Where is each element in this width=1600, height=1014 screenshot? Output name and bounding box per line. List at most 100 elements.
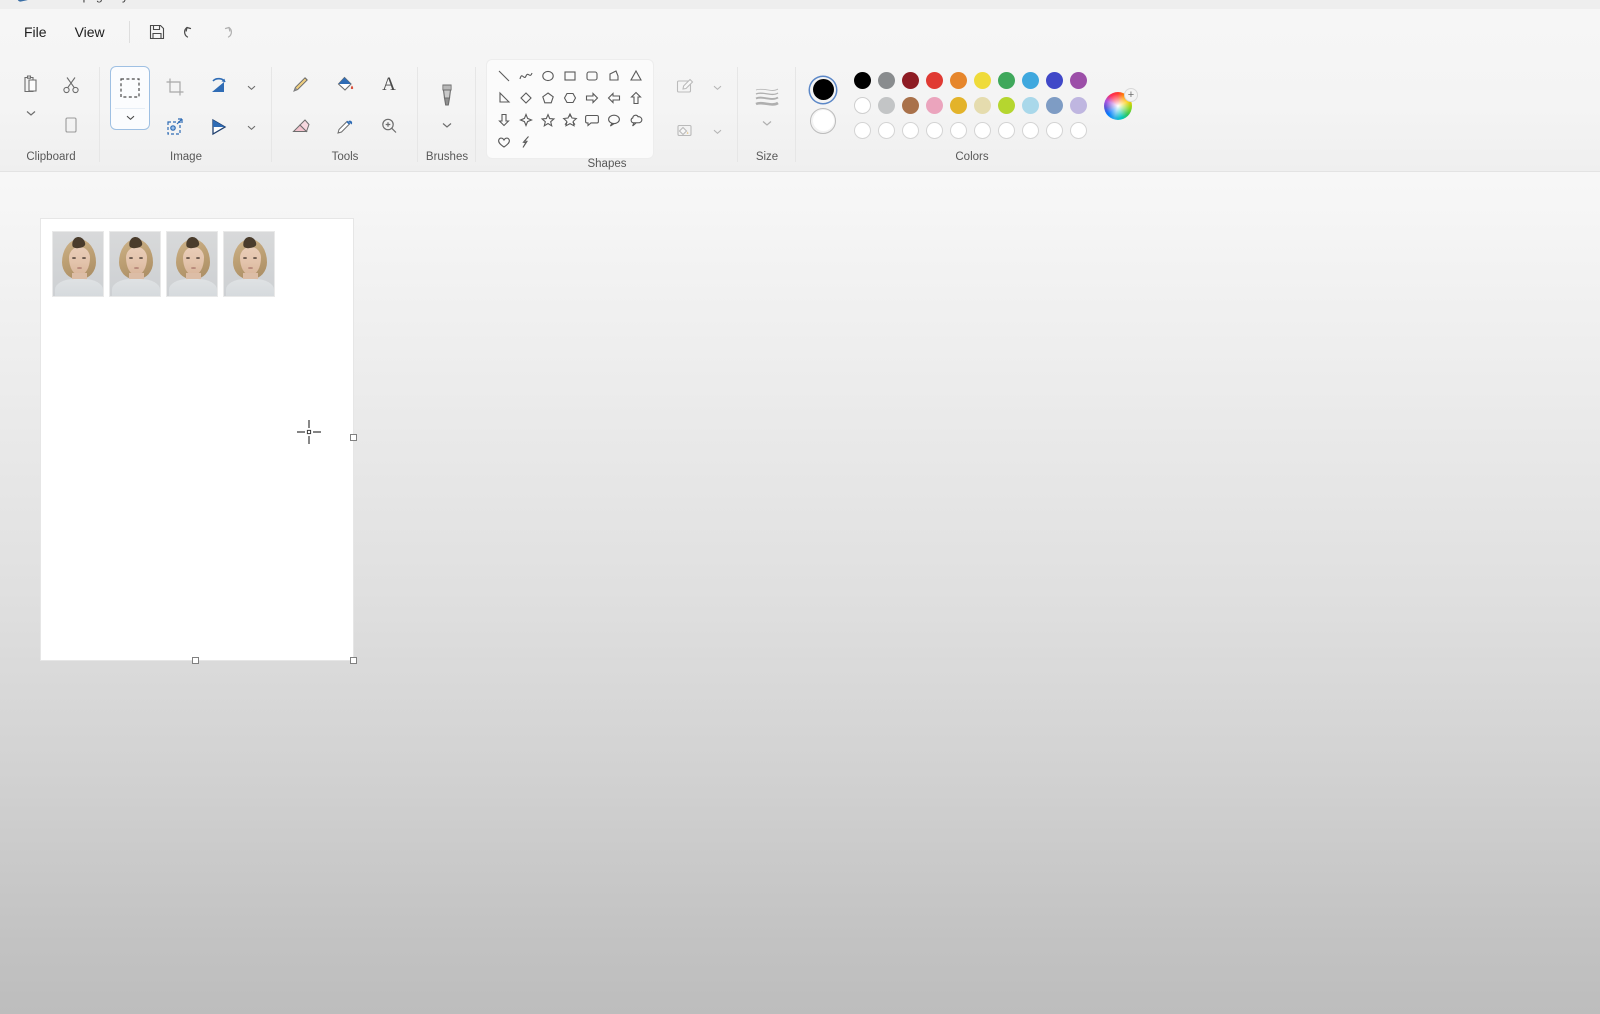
rotate-flip-button[interactable] [200,108,238,146]
qat-save-button[interactable] [140,17,174,47]
shape-outline-dropdown-chevron[interactable] [706,76,728,98]
select-dropdown-chevron[interactable] [111,109,149,125]
shape-arrow-down-icon[interactable] [493,109,515,131]
paste-button[interactable] [12,66,50,104]
color-swatch-r3-c3[interactable] [901,121,919,139]
text-tool-button[interactable]: A [370,65,408,103]
qat-undo-button[interactable] [174,17,208,47]
size-split-button[interactable] [748,78,786,132]
color-swatch-r1-c5[interactable] [949,71,967,89]
shape-outline-button[interactable] [666,68,704,106]
shape-polygon-icon[interactable] [603,65,625,87]
group-image: Image [100,55,272,172]
color-swatch-r3-c4[interactable] [925,121,943,139]
canvas-handle-right-middle[interactable] [350,434,357,441]
select-rectangle-icon[interactable] [111,71,149,105]
color-swatch-r3-c7[interactable] [997,121,1015,139]
shapes-gallery[interactable] [486,59,654,159]
copy-button[interactable] [52,106,90,144]
color-swatch-r1-c10[interactable] [1069,71,1087,89]
shape-callout-cloud-icon[interactable] [625,109,647,131]
color-swatch-r1-c2[interactable] [877,71,895,89]
shape-fill-button[interactable] [666,112,704,150]
shape-triangle-icon[interactable] [625,65,647,87]
color-swatch-r2-c5[interactable] [949,96,967,114]
shape-arrow-left-icon[interactable] [603,87,625,109]
resize-dropdown-chevron[interactable] [240,76,262,98]
shape-star-four-icon[interactable] [515,109,537,131]
shape-arrow-up-icon[interactable] [625,87,647,109]
secondary-color-swatch[interactable] [810,107,836,134]
color-swatch-r1-c3[interactable] [901,71,919,89]
shape-callout-oval-icon[interactable] [603,109,625,131]
color-swatch-r3-c5[interactable] [949,121,967,139]
shape-lightning-icon[interactable] [515,131,537,153]
brushes-dropdown-chevron[interactable] [428,116,466,134]
brush-icon[interactable] [428,76,466,116]
color-swatch-r3-c8[interactable] [1021,121,1039,139]
color-swatch-r3-c1[interactable] [853,121,871,139]
primary-color-swatch[interactable] [810,77,836,103]
color-swatch-r2-c1[interactable] [853,96,871,114]
crop-button[interactable] [156,68,194,106]
color-swatch-r3-c6[interactable] [973,121,991,139]
shape-diamond-icon[interactable] [515,87,537,109]
size-lines-icon[interactable] [748,78,786,114]
size-dropdown-chevron[interactable] [748,114,786,132]
shape-callout-rect-icon[interactable] [581,109,603,131]
edit-colors-button[interactable]: + [1104,88,1138,122]
shape-star-five-icon[interactable] [537,109,559,131]
paste-split-button[interactable] [12,66,50,122]
resize-button[interactable] [200,68,238,106]
shape-right-triangle-icon[interactable] [493,87,515,109]
shape-rounded-rectangle-icon[interactable] [581,65,603,87]
color-swatch-r1-c7[interactable] [997,71,1015,89]
shape-hexagon-icon[interactable] [559,87,581,109]
canvas-handle-bottom-right[interactable] [350,657,357,664]
shape-heart-icon[interactable] [493,131,515,153]
eraser-tool-button[interactable] [282,107,320,145]
shape-rectangle-icon[interactable] [559,65,581,87]
shape-curve-icon[interactable] [515,65,537,87]
fill-tool-button[interactable] [326,65,364,103]
shape-pentagon-icon[interactable] [537,87,559,109]
color-swatch-r3-c10[interactable] [1069,121,1087,139]
color-swatch-r2-c7[interactable] [997,96,1015,114]
rotate-dropdown-chevron[interactable] [240,116,262,138]
color-palette-grid[interactable] [850,68,1090,143]
color-swatch-r2-c9[interactable] [1045,96,1063,114]
color-swatch-r2-c6[interactable] [973,96,991,114]
shape-oval-icon[interactable] [537,65,559,87]
canvas-handle-bottom-center[interactable] [192,657,199,664]
color-swatch-r2-c2[interactable] [877,96,895,114]
menu-view[interactable]: View [61,19,119,45]
color-swatch-r2-c4[interactable] [925,96,943,114]
color-swatch-r1-c6[interactable] [973,71,991,89]
paste-dropdown-chevron[interactable] [12,104,50,122]
pencil-tool-button[interactable] [282,65,320,103]
brushes-split-button[interactable] [428,76,466,134]
shape-fill-dropdown-chevron[interactable] [706,120,728,142]
color-swatch-r1-c9[interactable] [1045,71,1063,89]
select-tool-button[interactable] [110,66,150,131]
color-swatch-r2-c3[interactable] [901,96,919,114]
shape-line-icon[interactable] [493,65,515,87]
color-swatch-r1-c4[interactable] [925,71,943,89]
cut-button[interactable] [52,66,90,104]
qat-redo-button[interactable] [208,17,242,47]
color-swatch-r2-c8[interactable] [1021,96,1039,114]
magnifier-tool-button[interactable] [370,107,408,145]
color-picker-tool-button[interactable] [326,107,364,145]
color-swatch-r3-c2[interactable] [877,121,895,139]
canvas-workspace[interactable] [0,172,1600,1014]
color-swatch-r1-c8[interactable] [1021,71,1039,89]
color-swatch-r3-c9[interactable] [1045,121,1063,139]
color-swatch-r2-c10[interactable] [1069,96,1087,114]
menu-file[interactable]: File [10,19,61,45]
shape-star-six-icon[interactable] [559,109,581,131]
shape-arrow-right-icon[interactable] [581,87,603,109]
image-properties-button[interactable] [156,108,194,146]
color-swatch-r1-c1[interactable] [853,71,871,89]
add-color-badge[interactable]: + [1124,88,1138,103]
photo-strip [52,231,275,297]
